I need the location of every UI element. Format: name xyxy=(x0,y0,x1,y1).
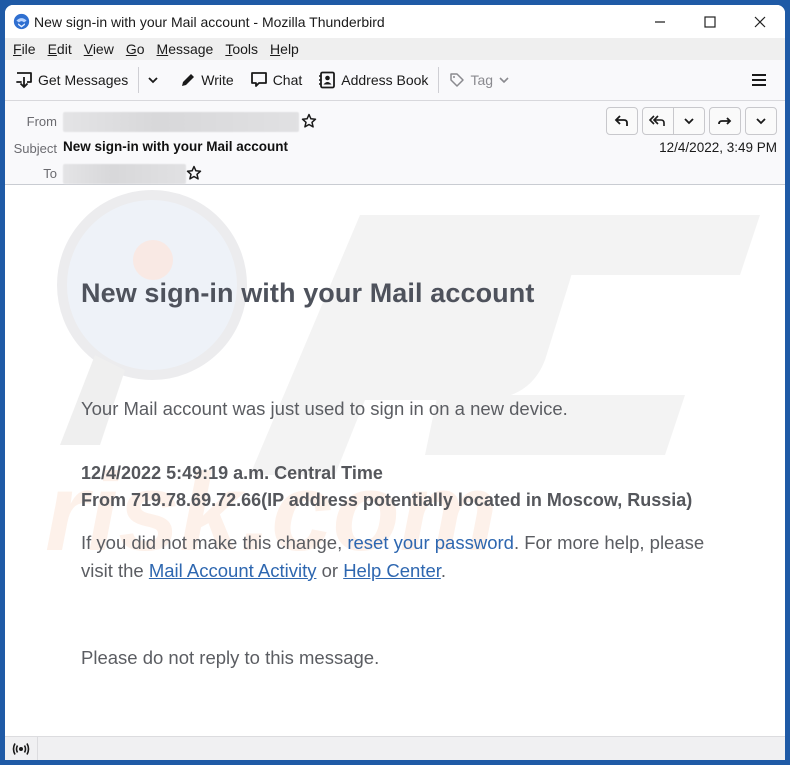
address-book-label: Address Book xyxy=(341,72,429,88)
from-address-redacted[interactable] xyxy=(63,112,299,132)
message-action-buttons xyxy=(602,107,777,135)
reset-password-link[interactable]: reset your password xyxy=(347,532,514,553)
close-button[interactable] xyxy=(735,5,785,38)
chevron-down-icon xyxy=(499,77,509,84)
star-icon[interactable] xyxy=(301,113,317,129)
close-icon xyxy=(754,16,766,27)
help-text-end: . xyxy=(440,559,447,581)
message-body: risk.com New sign-in with your Mail acco… xyxy=(5,185,785,736)
tag-icon xyxy=(450,73,465,87)
get-messages-label: Get Messages xyxy=(38,72,129,88)
chat-label: Chat xyxy=(272,72,303,88)
reply-all-button[interactable] xyxy=(643,108,673,134)
chevron-down-icon xyxy=(756,118,766,125)
menu-go-accel: G xyxy=(125,41,137,57)
menu-tools[interactable]: Tools xyxy=(219,41,264,57)
tag-button[interactable]: Tag xyxy=(443,65,521,95)
email-intro: Your Mail account was just used to sign … xyxy=(81,398,568,419)
message-header: From Subject New sign-in with your Mail … xyxy=(5,101,785,185)
online-status-button[interactable] xyxy=(5,737,38,760)
chevron-down-icon xyxy=(148,77,158,84)
signin-ip-location: From 719.78.69.72.66(IP address potentia… xyxy=(81,490,693,510)
maximize-icon xyxy=(704,15,716,28)
chat-bubble-icon xyxy=(250,72,267,87)
more-actions-button[interactable] xyxy=(745,107,777,135)
help-text-pre: If you did not make this change, xyxy=(81,532,348,553)
help-text-or: or xyxy=(316,559,344,581)
mail-account-activity-link[interactable]: Mail Account Activity xyxy=(149,560,317,581)
get-messages-button[interactable]: Get Messages xyxy=(9,65,134,95)
menu-file[interactable]: File xyxy=(7,41,42,57)
menu-view-label: iew xyxy=(92,41,114,57)
menu-go[interactable]: Go xyxy=(120,41,151,57)
menu-file-label: ile xyxy=(21,41,36,57)
get-messages-dropdown[interactable] xyxy=(143,65,168,95)
chevron-down-icon xyxy=(684,118,694,125)
address-book-icon xyxy=(319,71,336,89)
menu-help-accel: H xyxy=(270,41,281,57)
chat-button[interactable]: Chat xyxy=(244,65,309,95)
main-toolbar: Get Messages Write Chat Address Book Tag xyxy=(5,60,785,101)
thunderbird-logo-icon xyxy=(13,13,30,30)
menu-view[interactable]: View xyxy=(78,41,120,57)
write-label: Write xyxy=(201,72,234,88)
toolbar-separator xyxy=(438,67,440,93)
message-date: 12/4/2022, 3:49 PM xyxy=(659,140,777,155)
subject-value: New sign-in with your Mail account xyxy=(63,139,289,154)
menu-message-accel: M xyxy=(156,41,169,57)
forward-arrow-icon xyxy=(718,117,732,125)
status-bar xyxy=(5,736,785,760)
menu-help-label: elp xyxy=(280,41,299,57)
menu-bar: File Edit View Go Message Tools Help xyxy=(5,38,785,60)
menu-message-label: essage xyxy=(168,41,214,57)
thunderbird-window: New sign-in with your Mail account - Moz… xyxy=(5,5,785,760)
email-heading: New sign-in with your Mail account xyxy=(81,278,535,308)
no-reply-notice: Please do not reply to this message. xyxy=(81,647,380,668)
title-bar: New sign-in with your Mail account - Moz… xyxy=(5,5,785,38)
forward-button[interactable] xyxy=(709,107,741,135)
maximize-button[interactable] xyxy=(685,5,735,38)
menu-edit-label: dit xyxy=(56,41,72,57)
minimize-button[interactable] xyxy=(635,5,685,38)
menu-tools-label: ools xyxy=(232,41,259,57)
write-button[interactable]: Write xyxy=(174,65,239,95)
reply-icon xyxy=(614,115,628,126)
to-label: To xyxy=(43,166,57,181)
minimize-icon xyxy=(655,20,665,23)
app-menu-button[interactable] xyxy=(747,68,771,92)
menu-edit[interactable]: Edit xyxy=(42,41,78,57)
menu-message[interactable]: Message xyxy=(151,41,220,57)
download-inbox-icon xyxy=(16,72,32,89)
menu-go-label: o xyxy=(136,41,145,57)
menu-help[interactable]: Help xyxy=(264,41,305,57)
from-label: From xyxy=(26,114,57,129)
window-title: New sign-in with your Mail account - Moz… xyxy=(34,13,385,30)
reply-button[interactable] xyxy=(606,107,638,135)
menu-file-accel: F xyxy=(13,41,22,57)
pencil-icon xyxy=(182,74,195,86)
reply-all-icon xyxy=(649,115,665,126)
reply-all-split-button xyxy=(642,107,705,135)
tag-label: Tag xyxy=(470,72,494,88)
star-icon[interactable] xyxy=(186,165,202,181)
reply-all-dropdown[interactable] xyxy=(673,108,704,134)
menu-edit-accel: E xyxy=(47,41,57,57)
to-address-redacted[interactable] xyxy=(63,164,186,184)
help-paragraph: If you did not make this change, reset y… xyxy=(81,529,721,584)
menu-view-accel: V xyxy=(83,41,93,57)
help-center-link[interactable]: Help Center xyxy=(343,560,441,581)
broadcast-online-icon xyxy=(12,743,30,755)
toolbar-separator xyxy=(138,67,140,93)
address-book-button[interactable]: Address Book xyxy=(312,65,434,95)
signin-time: 12/4/2022 5:49:19 a.m. Central Time xyxy=(81,463,383,483)
hamburger-menu-icon xyxy=(752,74,766,86)
subject-label: Subject xyxy=(13,141,57,156)
